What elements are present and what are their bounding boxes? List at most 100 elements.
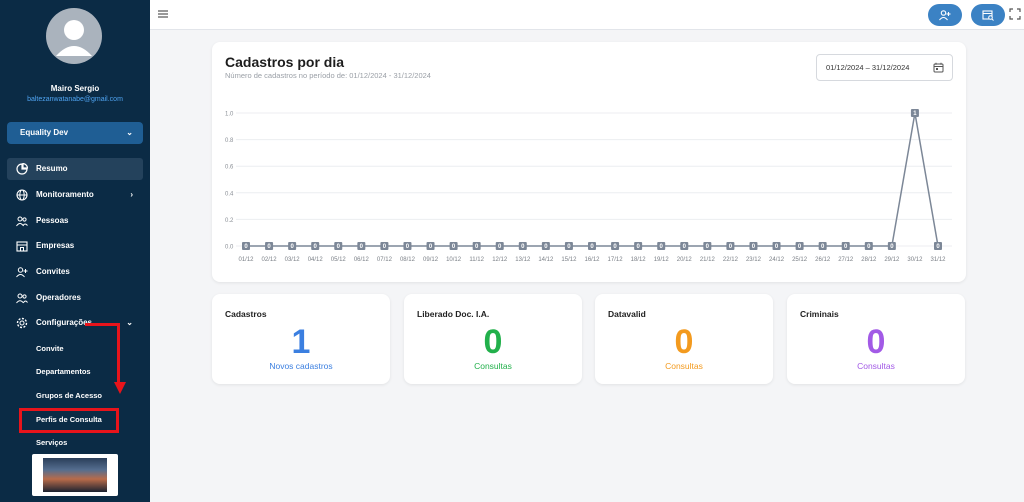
x-tick-label: 14/12	[538, 257, 554, 263]
stat-card-datavalid: Datavalid 0 Consultas	[595, 294, 773, 384]
sidebar-item-configuracoes[interactable]: Configurações ⌄	[7, 312, 143, 334]
sidebar-item-label: Configurações	[36, 318, 93, 327]
stat-value: 0	[866, 323, 886, 361]
x-tick-label: 20/12	[677, 257, 693, 263]
annotation-highlight-box	[19, 408, 119, 433]
stat-value: 0	[674, 323, 694, 361]
x-tick-label: 01/12	[238, 257, 254, 263]
globe-icon	[16, 189, 28, 201]
organization-label: Equality Dev	[20, 128, 69, 137]
x-tick-label: 10/12	[446, 257, 462, 263]
topbar	[150, 0, 1024, 30]
sidebar-subitem-grupos-de-acesso[interactable]: Grupos de Acesso	[36, 390, 102, 402]
y-tick-label: 0.6	[225, 165, 234, 171]
stat-caption: Consultas	[474, 361, 512, 371]
x-tick-label: 12/12	[492, 257, 508, 263]
x-tick-label: 23/12	[746, 257, 762, 263]
sidebar-item-convites[interactable]: Convites	[7, 261, 143, 283]
stat-label: Cadastros	[225, 309, 267, 319]
chevron-down-icon: ⌄	[126, 128, 133, 137]
x-tick-label: 26/12	[815, 257, 831, 263]
sidebar-item-label: Operadores	[36, 293, 81, 302]
sidebar-item-empresas[interactable]: Empresas	[7, 235, 143, 257]
add-user-icon	[16, 266, 28, 278]
stat-value: 1	[291, 323, 311, 361]
y-tick-label: 0.2	[225, 218, 234, 224]
x-tick-label: 05/12	[331, 257, 347, 263]
x-tick-label: 22/12	[723, 257, 739, 263]
x-tick-label: 08/12	[400, 257, 416, 263]
x-tick-label: 17/12	[608, 257, 624, 263]
x-tick-label: 30/12	[907, 257, 923, 263]
hamburger-icon[interactable]	[157, 8, 169, 20]
stat-caption: Novos cadastros	[269, 361, 333, 371]
thumbnail-image	[32, 454, 118, 496]
sidebar-item-label: Pessoas	[36, 216, 69, 225]
stat-label: Criminais	[800, 309, 839, 319]
x-tick-label: 19/12	[654, 257, 670, 263]
annotation-arrow	[114, 382, 126, 394]
sidebar-subitem-convite[interactable]: Convite	[36, 343, 64, 355]
stat-card-cadastros: Cadastros 1 Novos cadastros	[212, 294, 390, 384]
sidebar-subitem-departamentos[interactable]: Departamentos	[36, 366, 91, 378]
chart-card: Cadastros por dia Número de cadastros no…	[212, 42, 966, 282]
annotation-line	[85, 323, 120, 326]
user-name: Mairo Sergio	[50, 84, 100, 93]
x-tick-label: 11/12	[469, 257, 484, 263]
x-tick-label: 13/12	[515, 257, 531, 263]
stat-caption: Consultas	[857, 361, 895, 371]
stat-label: Datavalid	[608, 309, 646, 319]
x-tick-label: 02/12	[262, 257, 278, 263]
store-search-button[interactable]	[971, 4, 1005, 26]
x-tick-label: 04/12	[308, 257, 324, 263]
sidebar-item-label: Convites	[36, 267, 70, 276]
x-tick-label: 03/12	[285, 257, 301, 263]
user-email: baltezanwatanabe@gmail.com	[27, 96, 123, 103]
add-user-button[interactable]	[928, 4, 962, 26]
x-tick-label: 15/12	[561, 257, 577, 263]
x-tick-label: 06/12	[354, 257, 370, 263]
landscape-image	[43, 458, 107, 492]
chevron-down-icon: ⌄	[126, 318, 133, 327]
sidebar-item-monitoramento[interactable]: Monitoramento ›	[7, 184, 143, 206]
x-tick-label: 21/12	[700, 257, 716, 263]
building-icon	[16, 240, 28, 252]
x-tick-label: 16/12	[584, 257, 600, 263]
add-user-icon	[939, 10, 951, 21]
y-tick-label: 0.8	[225, 138, 234, 144]
avatar[interactable]	[46, 8, 102, 64]
pie-chart-icon	[16, 163, 28, 175]
x-tick-label: 25/12	[792, 257, 808, 263]
series-line	[246, 112, 939, 247]
store-search-icon	[982, 10, 994, 21]
sidebar-item-resumo[interactable]: Resumo	[7, 158, 143, 180]
fullscreen-icon[interactable]	[1009, 8, 1021, 20]
sidebar-item-label: Monitoramento	[36, 190, 94, 199]
stat-caption: Consultas	[665, 361, 703, 371]
chevron-right-icon: ›	[130, 190, 133, 199]
user-avatar-icon	[56, 20, 92, 56]
x-tick-label: 31/12	[930, 257, 946, 263]
x-tick-label: 18/12	[631, 257, 647, 263]
sidebar-item-label: Empresas	[36, 241, 75, 250]
x-tick-label: 09/12	[423, 257, 439, 263]
annotation-line	[117, 323, 120, 385]
gear-icon	[16, 317, 28, 329]
sidebar-item-operadores[interactable]: Operadores	[7, 287, 143, 309]
sidebar-subitem-servicos[interactable]: Serviços	[36, 437, 67, 449]
x-tick-label: 29/12	[884, 257, 900, 263]
sidebar-item-label: Resumo	[36, 164, 68, 173]
stat-card-criminais: Criminais 0 Consultas	[787, 294, 965, 384]
operators-icon	[16, 292, 28, 304]
people-icon	[16, 215, 28, 227]
y-tick-label: 1.0	[225, 112, 234, 118]
sidebar-item-pessoas[interactable]: Pessoas	[7, 210, 143, 232]
stat-label: Liberado Doc. I.A.	[417, 309, 490, 319]
y-tick-label: 0.0	[225, 245, 234, 251]
stat-card-liberado-doc-ia: Liberado Doc. I.A. 0 Consultas	[404, 294, 582, 384]
stat-value: 0	[483, 323, 503, 361]
line-chart: 0.00.20.40.60.81.0001/12002/12003/12004/…	[225, 109, 952, 263]
organization-select[interactable]: Equality Dev ⌄	[7, 122, 143, 144]
x-tick-label: 27/12	[838, 257, 854, 263]
x-tick-label: 24/12	[769, 257, 785, 263]
